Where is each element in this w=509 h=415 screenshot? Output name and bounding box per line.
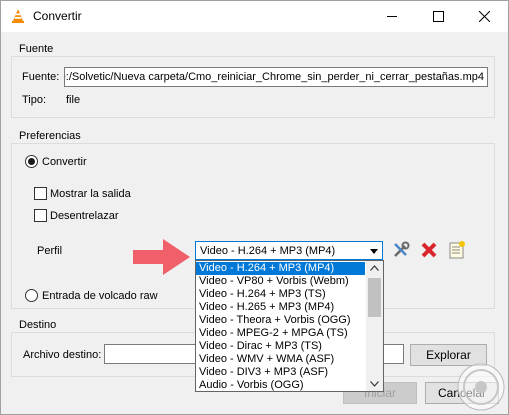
profile-label: Perfil [37, 245, 63, 257]
window-title: Convertir [33, 9, 82, 23]
show-output-label: Mostrar la salida [50, 188, 131, 200]
profile-option[interactable]: Video - H.264 + MP3 (TS) [196, 288, 365, 301]
profile-option[interactable]: Video - Dirac + MP3 (TS) [196, 340, 365, 353]
profile-option[interactable]: Audio - Vorbis (OGG) [196, 379, 365, 392]
source-file-label: Fuente: [22, 71, 60, 83]
maximize-icon [433, 11, 444, 22]
vlc-cone-icon [12, 9, 24, 23]
watermark-logo [457, 363, 505, 411]
new-profile-icon[interactable] [447, 240, 467, 260]
source-file-value: D:/Solvetic/Nueva carpeta/Cmo_reiniciar_… [64, 71, 484, 83]
profile-select-value: Video - H.264 + MP3 (MP4) [200, 245, 336, 257]
pointer-arrow-icon [133, 239, 190, 275]
profile-option[interactable]: Video - Theora + Vorbis (OGG) [196, 314, 365, 327]
profile-select[interactable]: Video - H.264 + MP3 (MP4) [195, 241, 383, 260]
profile-option[interactable]: Video - H.265 + MP3 (MP4) [196, 301, 365, 314]
profile-option[interactable]: Video - H.264 + MP3 (MP4) [196, 262, 365, 275]
chevron-down-icon [370, 249, 378, 254]
scroll-down-icon[interactable] [370, 381, 379, 387]
scroll-up-icon[interactable] [370, 265, 379, 271]
convert-radio[interactable] [25, 155, 38, 168]
dump-raw-label: Entrada de volcado raw [42, 290, 158, 302]
show-output-checkbox[interactable] [34, 187, 47, 200]
profile-option[interactable]: Video - WMV + WMA (ASF) [196, 353, 365, 366]
profile-option[interactable]: Video - DIV3 + MP3 (ASF) [196, 366, 365, 379]
convert-radio-dot [28, 158, 35, 165]
destination-group-title: Destino [17, 319, 59, 331]
source-group-title: Fuente [17, 43, 56, 55]
profile-option[interactable]: Video - MPEG-2 + MPGA (TS) [196, 327, 365, 340]
profile-option[interactable]: Video - VP80 + Vorbis (Webm) [196, 275, 365, 288]
minimize-icon [387, 16, 397, 17]
maximize-button[interactable] [415, 1, 461, 32]
source-type-value: file [66, 94, 81, 106]
dump-raw-radio[interactable] [25, 289, 38, 302]
convert-dialog: Convertir Fuente Fuente: D:/Solvetic/Nue… [0, 0, 509, 415]
source-type-label: Tipo: [22, 94, 47, 106]
profile-dropdown-list: Video - H.264 + MP3 (MP4) Video - VP80 + … [195, 260, 384, 392]
close-icon [479, 11, 490, 22]
deinterlace-checkbox[interactable] [34, 209, 47, 222]
dropdown-scrollbar[interactable] [366, 261, 383, 391]
preferences-group-title: Preferencias [17, 130, 83, 142]
source-file-field[interactable]: D:/Solvetic/Nueva carpeta/Cmo_reiniciar_… [64, 67, 488, 87]
source-group [11, 56, 495, 118]
edit-profile-icon[interactable] [391, 240, 411, 260]
destination-file-label: Archivo destino: [23, 349, 102, 361]
title-bar: Convertir [1, 1, 508, 32]
scroll-thumb[interactable] [368, 278, 381, 317]
convert-radio-label: Convertir [42, 156, 87, 168]
close-button[interactable] [461, 1, 507, 32]
deinterlace-label: Desentrelazar [50, 210, 119, 222]
minimize-button[interactable] [369, 1, 415, 32]
delete-profile-icon[interactable] [419, 240, 439, 260]
profile-options: Video - H.264 + MP3 (MP4) Video - VP80 + … [196, 262, 365, 392]
